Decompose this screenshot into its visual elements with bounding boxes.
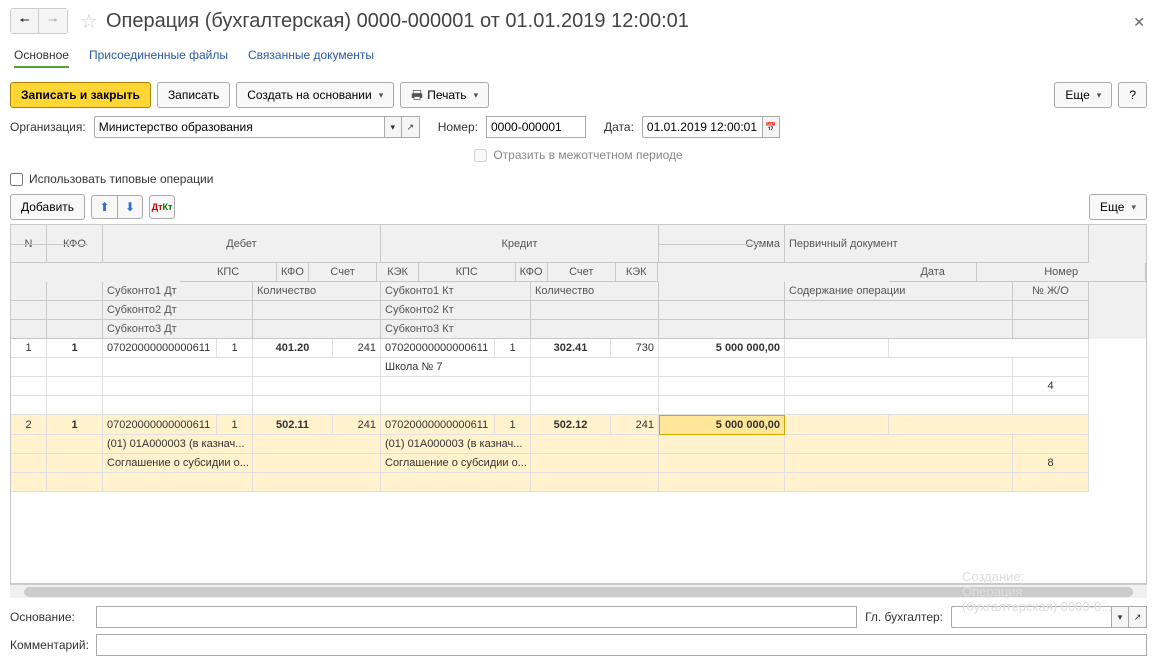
move-down-icon[interactable]: ⬇ [117, 195, 143, 219]
col-k-kps[interactable]: КПС [419, 263, 516, 282]
add-row-button[interactable]: Добавить [10, 194, 85, 220]
favorite-star-icon[interactable]: ☆ [80, 9, 98, 34]
forward-button[interactable]: 🠖 [39, 9, 67, 33]
close-icon[interactable]: ✕ [1133, 14, 1145, 31]
col-sub2k[interactable]: Субконто2 Кт [381, 301, 531, 320]
comment-label: Комментарий: [10, 638, 88, 652]
col-sub3d[interactable]: Субконто3 Дт [103, 320, 253, 339]
num-input[interactable] [486, 116, 586, 138]
interperiod-label: Отразить в межотчетном периоде [493, 148, 682, 162]
col-credit[interactable]: Кредит [381, 225, 659, 263]
accounting-grid: N КФО Дебет Кредит Сумма Первичный докум… [10, 224, 1147, 584]
use-typical-checkbox[interactable] [10, 173, 23, 186]
table-row[interactable] [11, 473, 1146, 492]
org-open-icon[interactable]: ↗ [402, 116, 420, 138]
scroll-thumb[interactable] [24, 587, 1133, 597]
col-content[interactable]: Содержание операции [785, 282, 1013, 301]
org-input[interactable] [94, 116, 384, 138]
print-button[interactable]: Печать [400, 82, 489, 108]
basis-label: Основание: [10, 610, 88, 624]
table-row[interactable]: Школа № 7 [11, 358, 1146, 377]
col-qty-k[interactable]: Количество [531, 282, 659, 301]
basis-input[interactable] [96, 606, 857, 628]
col-k-kek[interactable]: КЭК [616, 263, 658, 282]
col-debit[interactable]: Дебет [103, 225, 381, 263]
col-njo[interactable]: № Ж/О [1013, 282, 1089, 301]
chief-label: Гл. бухгалтер: [865, 610, 943, 624]
col-date[interactable]: Дата [889, 263, 977, 282]
col-sub3k[interactable]: Субконто3 Кт [381, 320, 531, 339]
tabs: Основное Присоединенные файлы Связанные … [0, 42, 1157, 78]
tab-files[interactable]: Присоединенные файлы [89, 48, 228, 68]
col-qty-d[interactable]: Количество [253, 282, 381, 301]
more-button[interactable]: Еще [1054, 82, 1112, 108]
save-button[interactable]: Записать [157, 82, 230, 108]
save-close-button[interactable]: Записать и закрыть [10, 82, 151, 108]
calendar-icon[interactable]: 📅 [762, 116, 780, 138]
horizontal-scrollbar[interactable] [10, 584, 1147, 598]
col-sub2d[interactable]: Субконто2 Дт [103, 301, 253, 320]
interperiod-checkbox [474, 149, 487, 162]
table-row[interactable]: (01) 01А000003 (в казнач... (01) 01А0000… [11, 435, 1146, 454]
use-typical-label: Использовать типовые операции [29, 172, 213, 186]
col-d-kfo[interactable]: КФО [277, 263, 309, 282]
col-sub1k[interactable]: Субконто1 Кт [381, 282, 531, 301]
table-row[interactable]: Соглашение о субсидии о... Соглашение о … [11, 454, 1146, 473]
org-dropdown-icon[interactable]: ▾ [384, 116, 402, 138]
help-button[interactable]: ? [1118, 82, 1147, 108]
num-label: Номер: [438, 120, 478, 134]
page-title: Операция (бухгалтерская) 0000-000001 от … [106, 10, 689, 33]
col-num[interactable]: Номер [977, 263, 1146, 282]
col-sub1d[interactable]: Субконто1 Дт [103, 282, 253, 301]
table-row[interactable]: 2 1 07020000000000611 1 502.11 241 07020… [11, 415, 1146, 435]
col-k-kfo[interactable]: КФО [516, 263, 548, 282]
move-buttons: ⬆ ⬇ [91, 195, 143, 219]
dtkt-icon[interactable]: ДтКт [149, 195, 175, 219]
chief-open-icon[interactable]: ↗ [1129, 606, 1147, 628]
comment-input[interactable] [96, 634, 1147, 656]
back-button[interactable]: 🠔 [11, 9, 39, 33]
col-primary-doc[interactable]: Первичный документ [785, 225, 1089, 263]
table-row[interactable]: 4 [11, 377, 1146, 396]
chief-combo: ▾ ↗ [951, 606, 1147, 628]
create-based-button[interactable]: Создать на основании [236, 82, 394, 108]
org-label: Организация: [10, 120, 86, 134]
org-combo: ▾ ↗ [94, 116, 420, 138]
chief-input[interactable] [951, 606, 1111, 628]
tab-main[interactable]: Основное [14, 48, 69, 68]
date-input[interactable] [642, 116, 762, 138]
table-row[interactable] [11, 396, 1146, 415]
nav-buttons: 🠔 🠖 [10, 8, 68, 34]
col-k-acc[interactable]: Счет [548, 263, 616, 282]
col-d-kps[interactable]: КПС [180, 263, 277, 282]
table-row[interactable]: 1 1 07020000000000611 1 401.20 241 07020… [11, 339, 1146, 358]
print-label: Печать [427, 88, 466, 102]
tab-linked[interactable]: Связанные документы [248, 48, 374, 68]
printer-icon [411, 89, 423, 101]
move-up-icon[interactable]: ⬆ [91, 195, 117, 219]
grid-more-button[interactable]: Еще [1089, 194, 1147, 220]
date-label: Дата: [604, 120, 634, 134]
chief-dropdown-icon[interactable]: ▾ [1111, 606, 1129, 628]
col-d-acc[interactable]: Счет [309, 263, 377, 282]
date-combo: 📅 [642, 116, 780, 138]
col-d-kek[interactable]: КЭК [377, 263, 419, 282]
